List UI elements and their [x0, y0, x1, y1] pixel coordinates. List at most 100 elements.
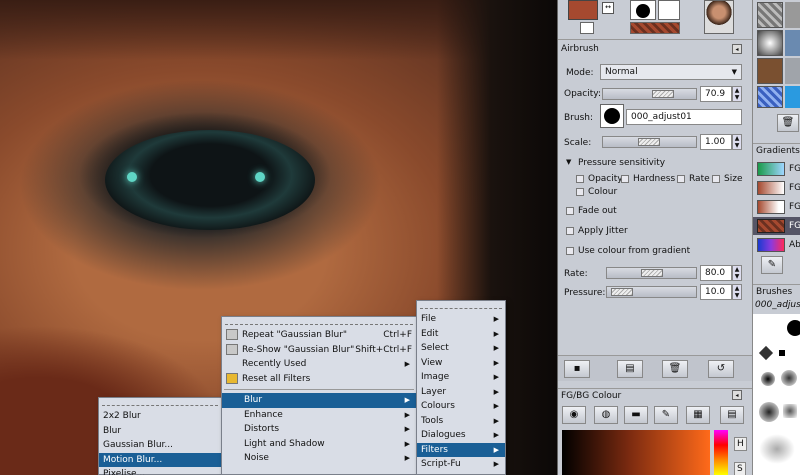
pattern-thumb[interactable] [757, 58, 783, 84]
menu-item-reset-all[interactable]: Reset all Filters [222, 372, 416, 387]
brush-button[interactable] [600, 104, 624, 128]
hue-mode-label[interactable]: H [734, 437, 747, 451]
active-image-thumbnail[interactable] [704, 0, 734, 34]
watercolor-selector-icon[interactable]: ✎ [654, 406, 678, 424]
scale-value[interactable]: 1.00 [700, 134, 732, 150]
scales-selector-icon[interactable]: ▦ [686, 406, 710, 424]
save-options-icon[interactable]: ▪ [564, 360, 590, 378]
brush-thumb[interactable] [787, 320, 800, 336]
gradient-swatch[interactable] [757, 162, 785, 176]
gradient-row-selected[interactable]: FG [753, 217, 800, 235]
menu-item-2x2-blur[interactable]: 2x2 Blur [99, 409, 221, 424]
pattern-thumb[interactable] [757, 30, 783, 56]
rate-slider[interactable] [606, 267, 697, 279]
pressure-colour-checkbox[interactable] [576, 188, 584, 196]
tab-menu-icon[interactable]: ◂ [732, 44, 742, 54]
restore-options-icon[interactable]: ▤ [617, 360, 643, 378]
delete-options-icon[interactable]: 🗑 [662, 360, 688, 378]
pressure-slider[interactable] [606, 286, 697, 298]
scale-slider[interactable] [602, 136, 697, 148]
menu-item-filters[interactable]: Filters ▶ [417, 442, 505, 457]
menu-item-view[interactable]: View ▶ [417, 356, 505, 371]
menu-item-gaussian-blur[interactable]: Gaussian Blur... [99, 438, 221, 453]
menu-item-select[interactable]: Select ▶ [417, 341, 505, 356]
saturation-mode-label[interactable]: S [734, 462, 746, 475]
rate-value[interactable]: 80.0 [700, 265, 732, 281]
menu-item-pixelise[interactable]: Pixelise... [99, 467, 221, 475]
pressure-opacity-checkbox[interactable] [576, 175, 584, 183]
tearoff-line[interactable] [225, 319, 413, 325]
pressure-spinner[interactable]: ▲ ▼ [732, 284, 742, 300]
active-brush-preview[interactable] [630, 0, 656, 20]
menu-item-noise[interactable]: Noise ▶ [222, 451, 416, 466]
brush-thumb[interactable] [759, 402, 779, 422]
gradient-swatch[interactable] [757, 181, 785, 195]
mode-dropdown[interactable]: Normal ▼ [600, 64, 742, 80]
edit-gradient-icon[interactable]: ✎ [761, 256, 783, 274]
slider-thumb[interactable] [641, 269, 663, 277]
use-gradient-checkbox[interactable] [566, 247, 574, 255]
palette-selector-icon[interactable]: ▤ [720, 406, 744, 424]
pattern-thumb[interactable] [785, 2, 800, 28]
pattern-thumb[interactable] [785, 58, 800, 84]
slider-thumb[interactable] [652, 90, 674, 98]
menu-item-enhance[interactable]: Enhance ▶ [222, 408, 416, 423]
menu-item-colours[interactable]: Colours ▶ [417, 399, 505, 414]
menu-item-tools[interactable]: Tools ▶ [417, 414, 505, 429]
slider-thumb[interactable] [611, 288, 633, 296]
menu-item-repeat[interactable]: Repeat "Gaussian Blur" Ctrl+F [222, 328, 416, 343]
opacity-slider[interactable] [602, 88, 697, 100]
delete-pattern-icon[interactable]: 🗑 [777, 114, 799, 132]
opacity-spinner[interactable]: ▲ ▼ [732, 86, 742, 102]
reset-options-icon[interactable]: ↺ [708, 360, 734, 378]
menu-item-light-and-shadow[interactable]: Light and Shadow ▶ [222, 437, 416, 452]
menu-item-blur-category[interactable]: Blur ▶ [222, 393, 416, 408]
brush-thumb[interactable] [759, 434, 795, 464]
menu-item-dialogues[interactable]: Dialogues ▶ [417, 428, 505, 443]
brush-thumb[interactable] [761, 372, 775, 386]
cmyk-selector-icon[interactable]: ▬ [624, 406, 648, 424]
expander-arrow-icon[interactable]: ▼ [566, 158, 571, 166]
menu-item-recently-used[interactable]: Recently Used ▶ [222, 357, 416, 372]
brush-thumb[interactable] [779, 350, 785, 356]
pattern-thumb[interactable] [785, 30, 800, 56]
color-picker-area[interactable] [562, 430, 710, 475]
bg-color-swatch[interactable] [580, 22, 594, 34]
tearoff-line[interactable] [420, 303, 502, 309]
triangle-selector-icon[interactable]: ◍ [594, 406, 618, 424]
slider-thumb[interactable] [638, 138, 660, 146]
pressure-value[interactable]: 10.0 [700, 284, 732, 300]
tearoff-line[interactable] [102, 400, 218, 406]
gimp-selector-icon[interactable]: ◉ [562, 406, 586, 424]
brush-thumb[interactable] [758, 345, 774, 361]
pressure-rate-checkbox[interactable] [677, 175, 685, 183]
menu-item-script-fu[interactable]: Script-Fu ▶ [417, 457, 505, 472]
menu-item-file[interactable]: File ▶ [417, 312, 505, 327]
gradient-swatch[interactable] [757, 200, 785, 214]
rate-spinner[interactable]: ▲ ▼ [732, 265, 742, 281]
gradient-swatch[interactable] [757, 238, 785, 252]
menu-item-edit[interactable]: Edit ▶ [417, 327, 505, 342]
brush-name-field[interactable]: 000_adjust01 [626, 109, 742, 125]
menu-item-image[interactable]: Image ▶ [417, 370, 505, 385]
menu-item-distorts[interactable]: Distorts ▶ [222, 422, 416, 437]
pattern-thumb[interactable] [757, 86, 783, 108]
apply-jitter-checkbox[interactable] [566, 227, 574, 235]
pressure-size-checkbox[interactable] [712, 175, 720, 183]
pattern-thumb[interactable] [785, 86, 800, 108]
pattern-thumb[interactable] [757, 2, 783, 28]
menu-item-blur[interactable]: Blur [99, 424, 221, 439]
fg-color-swatch[interactable] [568, 0, 598, 20]
pressure-hardness-checkbox[interactable] [621, 175, 629, 183]
tab-menu-icon[interactable]: ◂ [732, 390, 742, 400]
opacity-value[interactable]: 70.9 [700, 86, 732, 102]
hue-strip[interactable] [714, 430, 728, 475]
swap-colors-icon[interactable]: ↔ [602, 2, 614, 14]
menu-item-motion-blur[interactable]: Motion Blur... [99, 452, 221, 467]
scale-spinner[interactable]: ▲ ▼ [732, 134, 742, 150]
menu-item-reshow[interactable]: Re-Show "Gaussian Blur" Shift+Ctrl+F [222, 343, 416, 358]
fade-out-checkbox[interactable] [566, 207, 574, 215]
brush-thumb[interactable] [783, 404, 797, 418]
menu-item-layer[interactable]: Layer ▶ [417, 385, 505, 400]
brush-thumb[interactable] [781, 370, 797, 386]
